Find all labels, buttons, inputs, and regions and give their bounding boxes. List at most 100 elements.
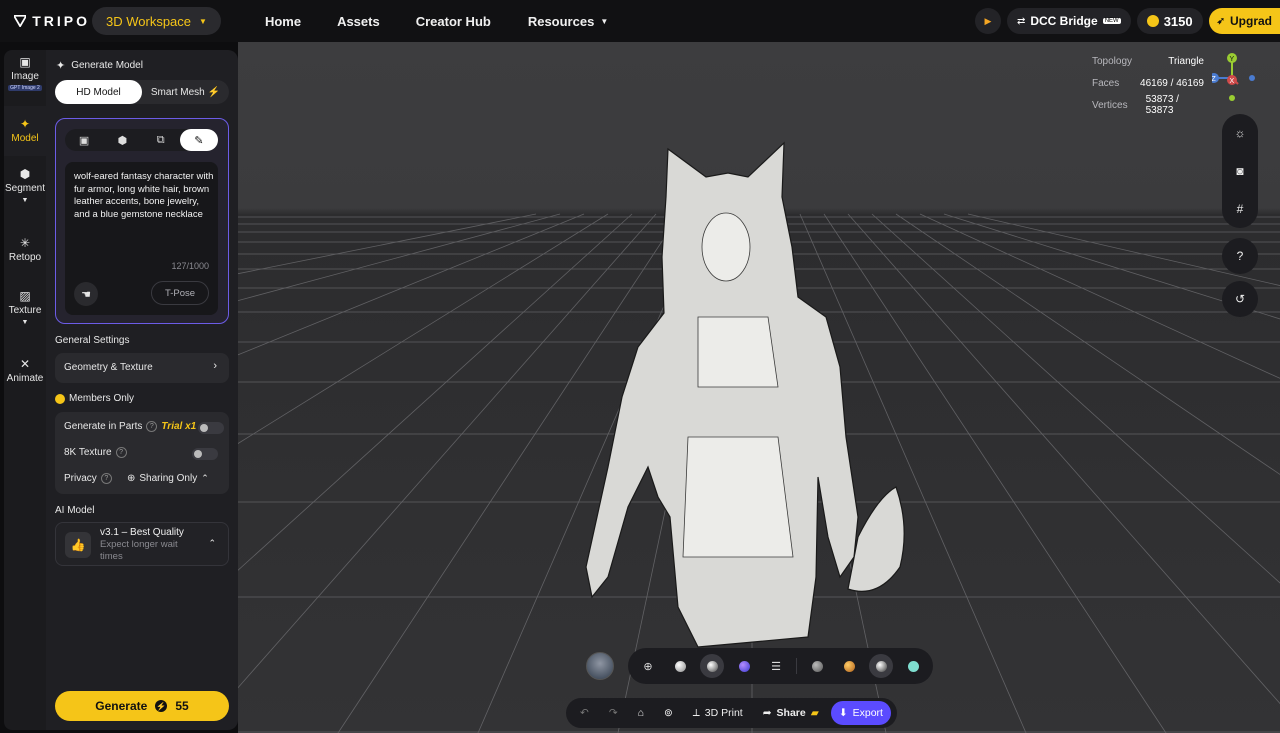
8k-texture-toggle[interactable] [192,448,218,460]
mode-text-pencil-icon[interactable]: ✎ [179,129,218,151]
members-coin-icon [55,393,65,404]
dcc-bridge-label: DCC Bridge [1030,14,1098,28]
env-gray-button[interactable] [805,654,829,678]
enhance-prompt-button[interactable]: ☚ [74,282,98,306]
rail-item-texture[interactable]: ▨ Texture ▼ [4,290,46,340]
print-icon: ⟂ [692,706,700,719]
material-shaded-button[interactable] [700,654,724,678]
3d-print-button[interactable]: ⟂ 3D Print [685,701,751,725]
privacy-dropdown[interactable]: ⊕ Sharing Only ⌃ [127,473,209,484]
ar-view-button[interactable]: ⊚ [656,701,681,725]
undo-button[interactable]: ↶ [572,701,597,725]
generate-in-parts-label: Generate in Parts [64,421,143,432]
download-icon: ⬇ [838,707,848,719]
tab-hd-model[interactable]: HD Model [55,80,142,104]
workspace-dropdown[interactable]: 3D Workspace ▼ [92,7,221,35]
normal-sphere-icon [738,660,750,672]
help-button[interactable]: ? [1222,238,1258,274]
export-label: Export [852,707,883,719]
cube-icon: ⬢ [19,167,31,181]
prompt-text[interactable]: wolf-eared fantasy character with fur ar… [74,171,214,221]
redo-button[interactable]: ↷ [601,701,626,725]
generate-panel: ✦ Generate Model HD Model Smart Mesh ⚡ ▣… [46,50,238,730]
3d-viewport[interactable]: Topology Triangle Faces 46169 / 46169 Ve… [238,42,1280,733]
prompt-input[interactable]: wolf-eared fantasy character with fur ar… [65,162,218,315]
gizmo-x-label: X [1230,78,1235,85]
rail-item-retopo[interactable]: ✳ Retopo [4,237,46,277]
mode-image-icon[interactable]: ▣ [65,129,103,151]
render-settings-icon[interactable]: ☰ [764,654,788,678]
geometry-texture-label: Geometry & Texture [64,362,153,373]
chevron-up-icon: ⌃ [208,538,216,548]
lighting-icon[interactable]: ☼ [1222,114,1258,152]
caret-down-icon: ▼ [600,16,609,26]
bridge-icon: ⇄ [1016,15,1026,27]
export-button[interactable]: ⬇ Export [830,701,891,725]
caret-down-icon: ▼ [199,16,207,26]
env-dark-button[interactable] [869,654,893,678]
ai-model-selector[interactable]: 👍 v3.1 – Best Quality Expect longer wait… [55,522,229,566]
model-thumbnail[interactable] [586,652,614,680]
generate-button[interactable]: Generate ⚡ 55 [55,691,229,721]
env-orange-button[interactable] [837,654,861,678]
wireframe-globe-icon[interactable]: ⊕ [636,654,660,678]
help-icon[interactable]: ? [100,473,112,484]
model-stats: Topology Triangle Faces 46169 / 46169 Ve… [1092,50,1204,117]
panel-title-text: Generate Model [71,60,143,71]
mesh-icon: ✳ [19,236,31,250]
material-normal-button[interactable] [732,654,756,678]
input-mode-toggle: ▣ ⬢ ⧉ ✎ [65,129,218,151]
camera-icon[interactable]: ◙ [1222,152,1258,190]
ticket-icon: ▰ [810,707,819,719]
hand-icon: ☚ [81,288,91,301]
nav-creator-hub[interactable]: Creator Hub [398,14,509,29]
history-button[interactable]: ↺ [1222,281,1258,317]
rail-item-animate[interactable]: ✕ Animate [4,358,46,398]
gift-button[interactable]: ⌂ [630,701,652,725]
dcc-bridge-button[interactable]: ⇄ DCC Bridge NEW [1006,8,1131,34]
rail-item-image[interactable]: ▣ Image GPT Image 2 [4,56,46,106]
gift-icon: ⌂ [637,707,644,719]
view-tool-group: ☼ ◙ # [1222,114,1258,228]
chevron-up-icon: ⌃ [201,473,209,483]
new-badge: NEW [1102,18,1121,24]
divider [796,658,797,674]
orientation-gizmo[interactable]: Y Z X [1209,50,1262,110]
nav-assets[interactable]: Assets [319,14,398,29]
upgrade-button[interactable]: ➶ Upgrad [1208,8,1280,34]
rail-item-label: Segment [4,183,46,194]
question-icon: ? [1236,249,1244,263]
dark-sphere-icon [875,660,887,672]
members-only-text: Members Only [69,393,135,404]
sparkle-icon: ✦ [19,117,31,131]
8k-texture-row: 8K Texture ? [64,447,127,458]
help-icon[interactable]: ? [146,421,158,432]
rail-item-segment[interactable]: ⬢ Segment ▼ [4,168,46,218]
env-teal-button[interactable] [901,654,925,678]
nav-home[interactable]: Home [249,14,319,29]
credits-display[interactable]: 3150 [1136,8,1203,34]
character-model[interactable] [578,137,918,657]
tpose-button[interactable]: T-Pose [151,281,209,305]
ai-model-label: AI Model [55,505,95,516]
gray-sphere-icon [811,660,823,672]
mode-cube-icon[interactable]: ⬢ [103,129,141,151]
help-icon[interactable]: ? [115,447,127,458]
logo[interactable]: TRIPO [14,13,90,29]
members-options: Generate in Parts ? Trial x1 8K Texture … [55,412,229,494]
share-button[interactable]: ➦ Share ▰ [755,701,827,725]
material-clay-button[interactable] [668,654,692,678]
rocket-icon: ➶ [1216,15,1225,27]
rail-item-model[interactable]: ✦ Model [4,106,46,156]
ai-model-name: v3.1 – Best Quality [100,527,184,538]
nav-resources[interactable]: Resources ▼ [509,14,626,29]
tab-smart-mesh[interactable]: Smart Mesh ⚡ [142,80,229,104]
grid-toggle-icon[interactable]: # [1222,190,1258,228]
generate-in-parts-toggle[interactable] [198,422,224,434]
play-button[interactable]: ▶ [974,8,1001,34]
members-only-label: Members Only [55,393,134,404]
material-toolbar: ⊕ ☰ [586,648,933,684]
char-count: 127/1000 [171,261,209,271]
geometry-texture-row[interactable]: Geometry & Texture › [55,353,229,383]
mode-multi-image-icon[interactable]: ⧉ [142,129,180,151]
